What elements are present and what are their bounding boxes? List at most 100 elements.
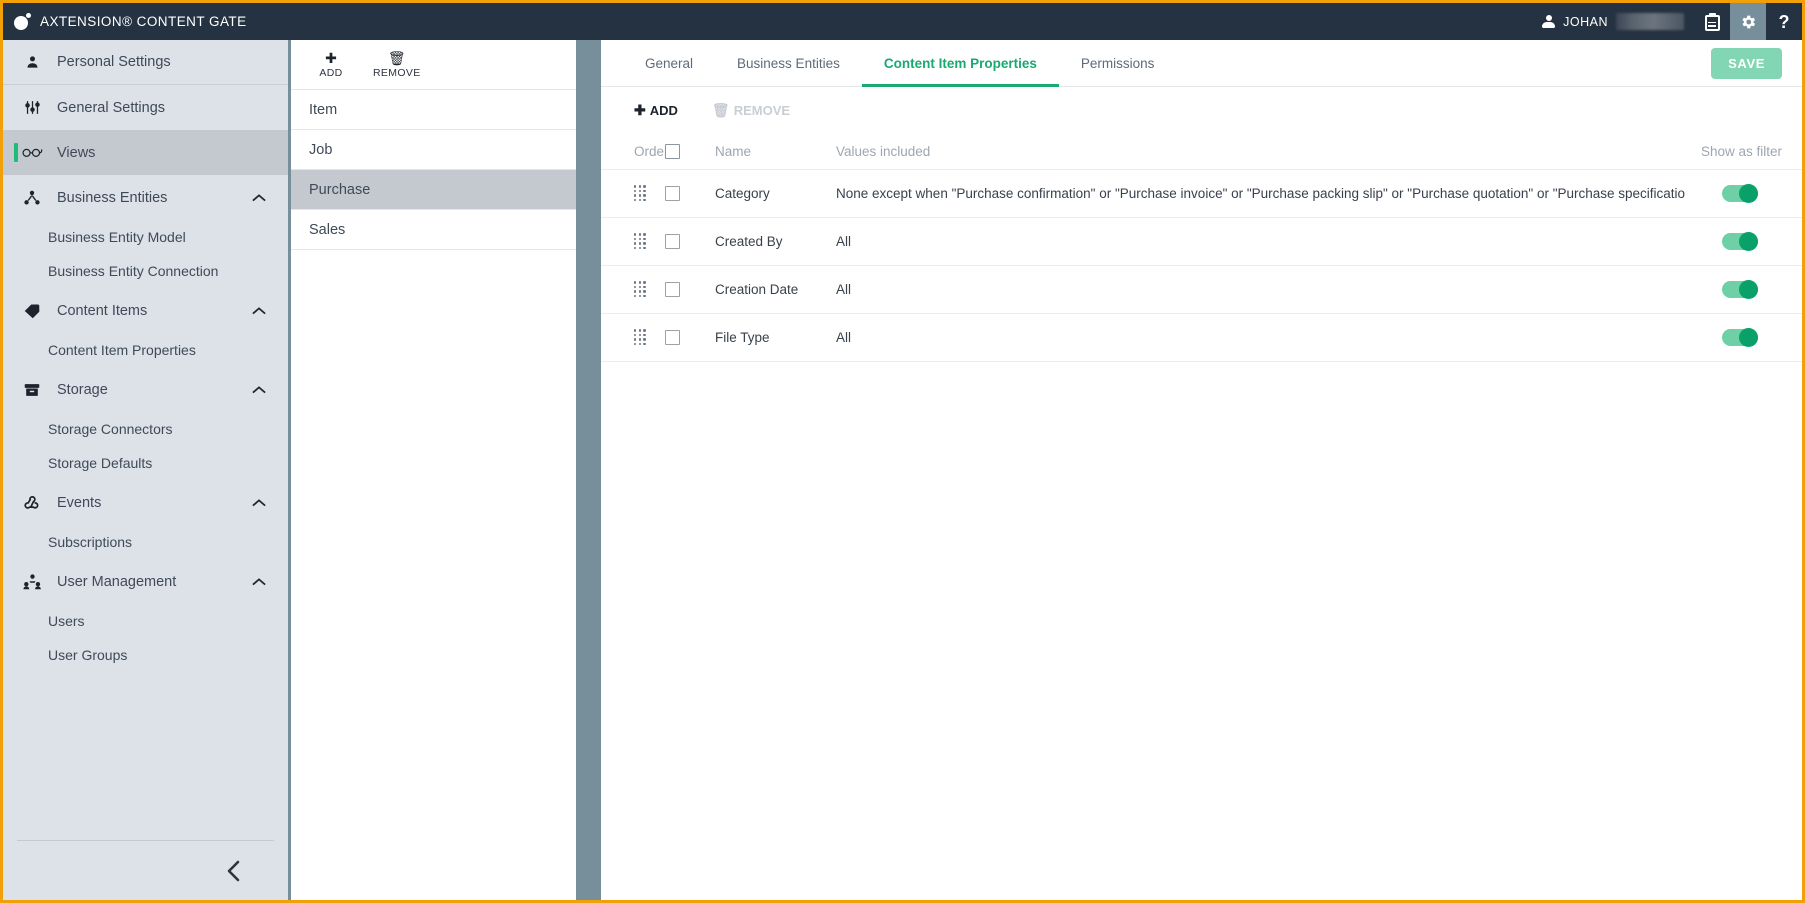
show-as-filter-toggle[interactable]	[1722, 328, 1758, 347]
chevron-up-icon	[252, 498, 266, 506]
sidebar-item-storage-defaults[interactable]: Storage Defaults	[3, 446, 288, 480]
sidebar-item-storage[interactable]: Storage	[3, 367, 288, 412]
row-checkbox[interactable]	[665, 282, 680, 297]
remove-view-label: REMOVE	[373, 66, 421, 79]
app-title: AXTENSION® CONTENT GATE	[40, 14, 247, 29]
sidebar-item-content-items[interactable]: Content Items	[3, 288, 288, 333]
drag-handle-icon[interactable]	[634, 329, 646, 346]
view-list-item-job[interactable]: Job	[291, 130, 576, 170]
content-gate-logo-icon	[14, 13, 31, 30]
add-property-button[interactable]: ✚ ADD	[634, 103, 678, 118]
tab-label: Content Item Properties	[883, 55, 1037, 71]
clipboard-button[interactable]	[1694, 3, 1730, 40]
sidebar-item-business-entity-connection[interactable]: Business Entity Connection	[3, 254, 288, 288]
views-toolbar: ✚ ADD 🗑 REMOVE	[291, 40, 576, 90]
table-row[interactable]: Category None except when "Purchase conf…	[601, 169, 1802, 217]
select-all-checkbox[interactable]	[665, 143, 680, 159]
tag-icon	[21, 301, 43, 321]
sidebar-item-label: User Management	[57, 573, 177, 590]
view-list-item-item[interactable]: Item	[291, 90, 576, 130]
plus-icon: ✚	[325, 49, 337, 66]
sidebar-item-users[interactable]: Users	[3, 604, 288, 638]
sidebar-item-label: Personal Settings	[57, 54, 171, 70]
tab-content-item-properties[interactable]: Content Item Properties	[862, 40, 1059, 87]
properties-grid-empty-area	[601, 361, 1802, 900]
sidebar-item-business-entities[interactable]: Business Entities	[3, 175, 288, 220]
show-as-filter-toggle[interactable]	[1722, 184, 1758, 203]
plus-icon: ✚	[634, 102, 646, 118]
property-values-included: None except when "Purchase confirmation"…	[836, 186, 1686, 201]
row-checkbox-cell	[665, 234, 715, 249]
show-as-filter-toggle[interactable]	[1722, 232, 1758, 251]
row-checkbox[interactable]	[665, 234, 680, 249]
save-button[interactable]: SAVE	[1711, 48, 1782, 79]
show-as-filter-cell	[1722, 280, 1782, 299]
sidebar-item-storage-connectors[interactable]: Storage Connectors	[3, 412, 288, 446]
sidebar-footer	[17, 840, 274, 900]
view-list-item-label: Job	[309, 141, 333, 158]
clipboard-icon	[1704, 12, 1720, 31]
question-mark-icon: ?	[1778, 11, 1790, 32]
settings-button[interactable]	[1730, 3, 1766, 40]
help-button[interactable]: ?	[1766, 3, 1802, 40]
top-bar: AXTENSION® CONTENT GATE JOHAN ?	[3, 3, 1802, 40]
trash-icon: 🗑	[387, 49, 406, 66]
active-indicator	[14, 143, 18, 162]
gear-icon	[1742, 15, 1756, 28]
table-row[interactable]: File Type All	[601, 313, 1802, 361]
view-list-item-purchase[interactable]: Purchase	[291, 170, 576, 210]
drag-handle-icon[interactable]	[634, 281, 646, 298]
user-name: JOHAN	[1563, 14, 1608, 29]
sidebar-item-personal-settings[interactable]: Personal Settings	[3, 40, 288, 85]
column-header-values-included: Values included	[836, 143, 931, 159]
archive-box-icon	[21, 380, 43, 400]
show-as-filter-toggle[interactable]	[1722, 280, 1758, 299]
row-checkbox[interactable]	[665, 330, 680, 345]
row-checkbox-cell	[665, 330, 715, 345]
sidebar-nav: Personal Settings General Settings Views…	[3, 40, 288, 840]
sidebar-item-label: General Settings	[57, 99, 166, 116]
user-menu[interactable]: JOHAN	[1536, 3, 1694, 40]
sidebar-item-views[interactable]: Views	[3, 130, 288, 175]
application-window: AXTENSION® CONTENT GATE JOHAN ? Personal…	[0, 0, 1805, 903]
sidebar-item-business-entity-model[interactable]: Business Entity Model	[3, 220, 288, 254]
chevron-left-icon[interactable]	[226, 860, 242, 882]
property-values-included: All	[836, 282, 852, 297]
trash-icon: 🗑	[711, 102, 730, 118]
chevron-up-icon	[252, 385, 266, 393]
chevron-up-icon	[252, 577, 266, 585]
row-checkbox[interactable]	[665, 186, 680, 201]
sidebar-item-user-management[interactable]: User Management	[3, 559, 288, 604]
table-row[interactable]: Created By All	[601, 217, 1802, 265]
show-as-filter-cell	[1722, 184, 1782, 203]
sliders-icon	[21, 98, 43, 118]
sidebar-item-events[interactable]: Events	[3, 480, 288, 525]
remove-view-button[interactable]: 🗑 REMOVE	[373, 51, 421, 79]
property-name: File Type	[715, 330, 770, 345]
tab-bar: General Business Entities Content Item P…	[601, 40, 1802, 87]
events-webhook-icon	[21, 493, 43, 513]
add-view-button[interactable]: ✚ ADD	[309, 51, 353, 79]
drag-handle-cell	[601, 281, 665, 298]
property-name: Created By	[715, 234, 783, 249]
view-list-item-label: Item	[309, 101, 338, 118]
tab-business-entities[interactable]: Business Entities	[715, 40, 862, 87]
brand: AXTENSION® CONTENT GATE	[3, 3, 1536, 40]
sidebar-item-label: Content Items	[57, 302, 148, 319]
drag-handle-icon[interactable]	[634, 185, 646, 202]
tab-permissions[interactable]: Permissions	[1059, 40, 1177, 87]
sidebar-item-user-groups[interactable]: User Groups	[3, 638, 288, 672]
sidebar-subitem-label: Business Entity Model	[48, 229, 186, 245]
table-row[interactable]: Creation Date All	[601, 265, 1802, 313]
remove-property-button: 🗑 REMOVE	[712, 103, 790, 118]
property-values-included: All	[836, 234, 852, 249]
sidebar-item-content-item-properties[interactable]: Content Item Properties	[3, 333, 288, 367]
tab-general[interactable]: General	[623, 40, 715, 87]
select-all-checkbox-cell	[665, 143, 715, 159]
users-group-icon	[21, 572, 43, 592]
drag-handle-icon[interactable]	[634, 233, 646, 250]
sidebar-item-subscriptions[interactable]: Subscriptions	[3, 525, 288, 559]
view-list-item-sales[interactable]: Sales	[291, 210, 576, 250]
column-header-show-as-filter: Show as filter	[1700, 143, 1782, 159]
sidebar-item-general-settings[interactable]: General Settings	[3, 85, 288, 130]
